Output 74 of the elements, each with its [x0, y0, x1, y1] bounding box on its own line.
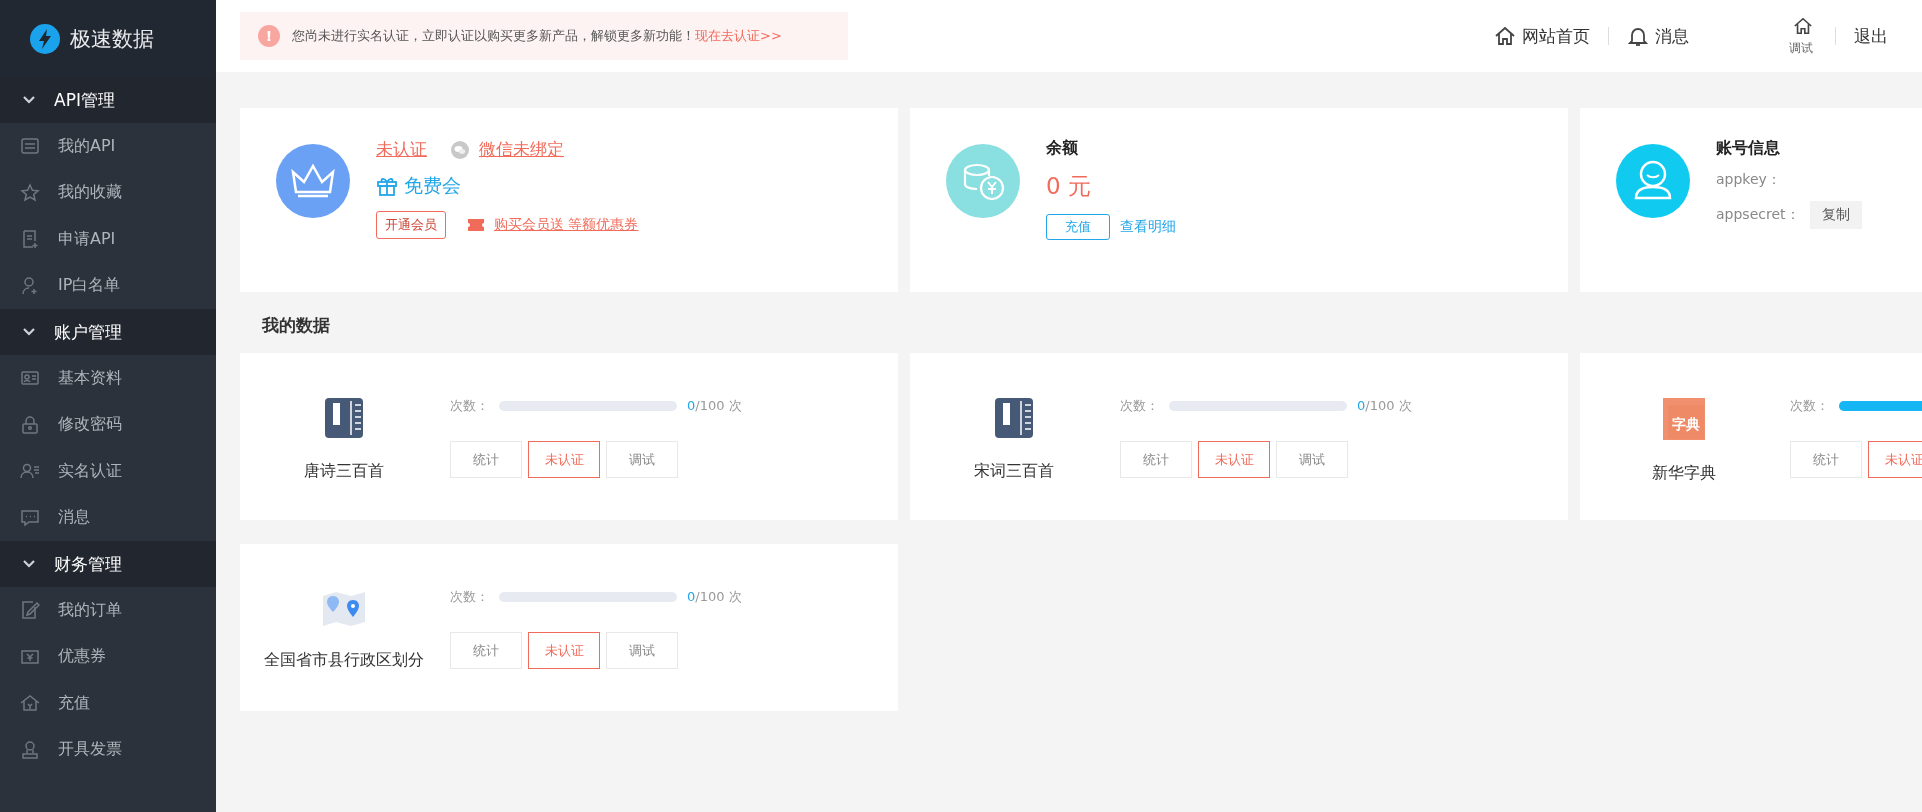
action-button[interactable]: 统计	[450, 441, 522, 478]
sidebar-group-header[interactable]: 账户管理	[0, 309, 216, 355]
sidebar-item[interactable]: 我的订单	[0, 587, 216, 634]
sidebar-item[interactable]: 实名认证	[0, 448, 216, 495]
sidebar-item[interactable]: 我的收藏	[0, 169, 216, 216]
chevron-icon	[22, 559, 36, 569]
coins-icon	[946, 144, 1020, 218]
section-title: 我的数据	[262, 314, 331, 337]
sidebar-item[interactable]: 优惠券	[0, 633, 216, 680]
nav-link[interactable]: 网站首页	[1490, 24, 1594, 48]
sidebar-item[interactable]: 修改密码	[0, 401, 216, 448]
open-membership-button[interactable]: 开通会员	[376, 211, 446, 239]
action-button[interactable]: 统计	[1120, 441, 1192, 478]
lock-icon	[20, 414, 40, 435]
bell-icon	[1627, 25, 1649, 47]
debug-label: 调试	[1789, 39, 1813, 57]
sidebar-item[interactable]: 我的API	[0, 123, 216, 170]
sidebar-item[interactable]: 消息	[0, 494, 216, 541]
star-icon	[20, 182, 40, 203]
sidebar-item[interactable]: IP白名单	[0, 262, 216, 309]
action-button[interactable]: 统计	[1790, 441, 1862, 478]
count-label: 次数：	[450, 588, 489, 606]
doc-icon	[20, 229, 40, 250]
nav-link[interactable]: 消息	[1623, 24, 1693, 48]
sidebar-item[interactable]: 申请API	[0, 216, 216, 263]
book-icon	[323, 397, 365, 439]
appkey-label: appkey：	[1716, 171, 1782, 189]
action-button[interactable]: 调试	[606, 441, 678, 478]
logout-link[interactable]: 退出	[1850, 24, 1892, 48]
action-button[interactable]: 统计	[450, 632, 522, 669]
ticket-icon	[468, 219, 484, 231]
chevron-icon	[22, 327, 36, 337]
count-label: 次数：	[450, 397, 489, 415]
api-name: 宋词三百首	[974, 461, 1054, 482]
api-name: 新华字典	[1652, 463, 1716, 484]
action-button[interactable]: 调试	[1276, 441, 1348, 478]
house-icon	[20, 693, 40, 714]
home-icon	[1494, 25, 1516, 47]
count-label: 次数：	[1790, 397, 1829, 415]
account-title: 账号信息	[1716, 138, 1781, 159]
chevron-icon	[22, 95, 36, 105]
user-avatar-icon	[1616, 144, 1690, 218]
usage-count: 0/100 次	[1357, 397, 1412, 415]
member-level: 免费会	[404, 173, 461, 198]
api-name: 唐诗三百首	[304, 461, 384, 482]
lightning-logo-icon	[30, 23, 60, 54]
usage-count: 0/100 次	[687, 588, 742, 606]
balance-title: 余额	[1046, 138, 1079, 159]
usage-count: 0/100 次	[687, 397, 742, 415]
warning-icon: !	[258, 25, 280, 47]
action-button[interactable]: 调试	[606, 632, 678, 669]
logo-text: 极速数据	[70, 25, 154, 53]
home-icon[interactable]	[1793, 15, 1813, 36]
wechat-icon	[451, 140, 469, 159]
dictionary-label: 字典	[1672, 416, 1700, 432]
crown-avatar-icon	[276, 144, 350, 218]
sidebar-item[interactable]: 开具发票	[0, 726, 216, 773]
count-label: 次数：	[1120, 397, 1159, 415]
chat-icon	[20, 507, 40, 528]
edit-icon	[20, 600, 40, 621]
sidebar-group-header[interactable]: API管理	[0, 77, 216, 123]
book-icon	[993, 397, 1035, 439]
sidebar-item[interactable]: 充值	[0, 680, 216, 727]
copy-button[interactable]: 复制	[1809, 201, 1862, 229]
api-name: 全国省市县行政区划分	[264, 650, 424, 671]
user-plus-icon	[20, 275, 40, 296]
appsecret-label: appsecret：	[1716, 206, 1800, 224]
stamp-icon	[20, 739, 40, 760]
notice-text: 您尚未进行实名认证，立即认证以购买更多新产品，解锁更多新功能！	[292, 27, 695, 45]
gift-icon	[376, 175, 398, 197]
sidebar-item[interactable]: 基本资料	[0, 355, 216, 402]
list-icon	[20, 136, 40, 157]
balance-amount: 0 元	[1046, 172, 1092, 201]
sidebar-group-header[interactable]: 财务管理	[0, 541, 216, 587]
